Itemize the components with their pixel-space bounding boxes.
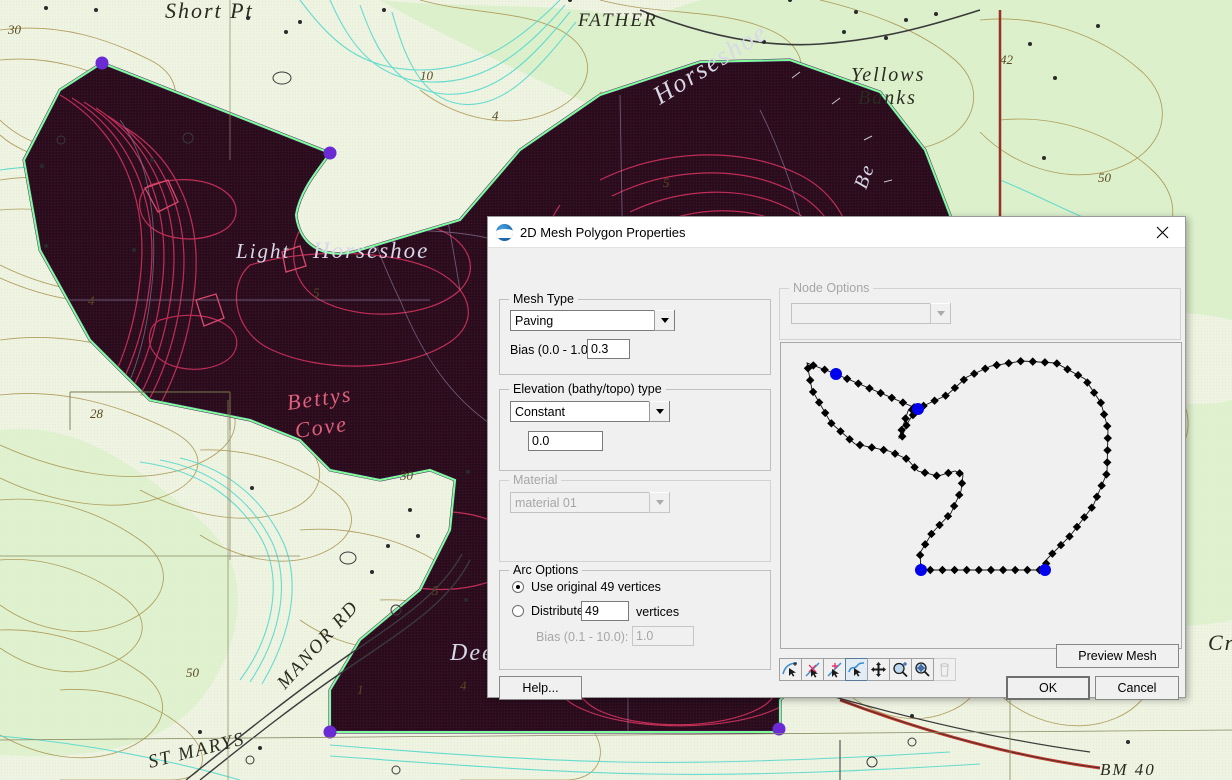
arc-bias-label: Bias (0.1 - 10.0): <box>536 630 628 644</box>
vertices-label: vertices <box>636 605 679 619</box>
dialog-title: 2D Mesh Polygon Properties <box>520 225 685 240</box>
contour-label: 30 <box>399 468 414 483</box>
elevation-type-group-label: Elevation (bathy/topo) type <box>509 382 666 396</box>
preview-node[interactable] <box>1039 564 1051 576</box>
pan-icon[interactable] <box>867 658 890 681</box>
contour-label: 4 <box>460 678 467 693</box>
contour-label: 4 <box>88 293 95 308</box>
ok-button[interactable]: OK <box>1006 676 1090 700</box>
close-icon[interactable] <box>1139 218 1185 247</box>
arc-bias-input: 1.0 <box>632 626 694 646</box>
chevron-down-icon <box>930 303 950 324</box>
mesh-type-combobox[interactable]: Paving <box>510 310 675 331</box>
node-options-group-label: Node Options <box>789 281 873 295</box>
polygon-node[interactable] <box>324 147 337 160</box>
select-vertex-icon[interactable] <box>779 658 802 681</box>
elevation-constant-input[interactable]: 0.0 <box>528 431 603 451</box>
elevation-type-combobox[interactable]: Constant <box>510 401 670 422</box>
radio-indicator[interactable] <box>512 605 524 617</box>
contour-label: 30 <box>7 22 22 37</box>
select-node-icon[interactable] <box>845 658 868 681</box>
mesh-bias-input[interactable]: 0.3 <box>587 339 630 359</box>
preview-toolbar[interactable] <box>779 658 955 681</box>
map-label: Horseshoe <box>312 238 429 263</box>
mesh-type-value: Paving <box>511 314 654 328</box>
mesh-polygon-properties-dialog[interactable]: 2D Mesh Polygon Properties Mesh Type Pav… <box>487 216 1186 698</box>
polygon-node[interactable] <box>96 57 109 70</box>
distribute-vertices-input[interactable]: 49 <box>581 601 629 621</box>
contour-label: 42 <box>1000 52 1014 67</box>
wave-circle-icon <box>496 224 513 241</box>
contour-label: 5 <box>663 175 670 190</box>
arc-options-group-label: Arc Options <box>509 563 582 577</box>
preview-node[interactable] <box>830 368 842 380</box>
contour-label: 50 <box>186 665 200 680</box>
map-label: Light <box>235 239 290 263</box>
distribute-label: Distribute <box>531 604 584 618</box>
delete-vertex-icon[interactable] <box>801 658 824 681</box>
zoom-fit-icon[interactable] <box>911 658 934 681</box>
radio-indicator[interactable] <box>512 581 524 593</box>
use-original-vertices-label: Use original 49 vertices <box>531 580 661 594</box>
node-options-combobox <box>791 303 951 324</box>
mesh-type-group-label: Mesh Type <box>509 292 578 306</box>
polygon-preview[interactable] <box>781 343 1179 646</box>
dialog-body: Mesh Type Paving Bias (0.0 - 1.0): 0.3 E… <box>488 248 1185 697</box>
polygon-node[interactable] <box>324 726 337 739</box>
preview-node[interactable] <box>912 403 924 415</box>
material-value: material 01 <box>511 496 649 510</box>
trash-icon <box>933 658 956 681</box>
contour-label: 10 <box>420 68 434 83</box>
mesh-preview-panel[interactable] <box>780 342 1182 649</box>
chevron-down-icon[interactable] <box>649 401 669 422</box>
preview-node[interactable] <box>915 564 927 576</box>
contour-label: 1 <box>357 682 364 697</box>
contour-label: 5 <box>432 583 439 598</box>
chevron-down-icon <box>649 492 669 513</box>
cancel-button[interactable]: Cancel <box>1095 676 1179 700</box>
elevation-type-value: Constant <box>511 405 649 419</box>
preview-mesh-button[interactable]: Preview Mesh <box>1056 644 1179 668</box>
insert-vertex-icon[interactable] <box>823 658 846 681</box>
contour-label: 50 <box>1098 170 1112 185</box>
contour-label: 4 <box>492 108 499 123</box>
contour-label: 28 <box>90 406 104 421</box>
material-group-label: Material <box>509 473 561 487</box>
use-original-vertices-radio[interactable]: Use original 49 vertices <box>512 580 661 594</box>
distribute-vertices-radio[interactable]: Distribute <box>512 604 584 618</box>
dialog-titlebar[interactable]: 2D Mesh Polygon Properties <box>488 217 1185 248</box>
zoom-in-icon[interactable] <box>889 658 912 681</box>
mesh-bias-label: Bias (0.0 - 1.0): <box>510 343 595 357</box>
help-button[interactable]: Help... <box>499 676 582 700</box>
chevron-down-icon[interactable] <box>654 310 674 331</box>
material-combobox: material 01 <box>510 492 670 513</box>
contour-label: 5 <box>313 285 320 300</box>
